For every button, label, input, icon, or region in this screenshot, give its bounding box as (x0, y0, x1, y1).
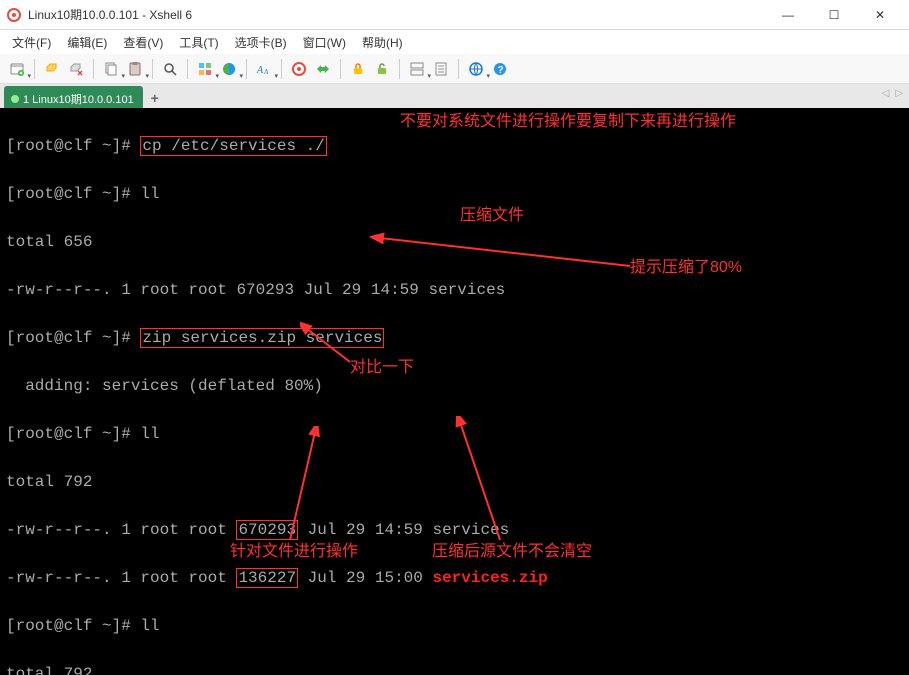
annotation-deflated: 提示压缩了80% (630, 256, 742, 280)
separator (152, 59, 153, 79)
svg-text:A: A (263, 68, 269, 76)
find-button[interactable] (159, 58, 181, 80)
window-title: Linux10期10.0.0.101 - Xshell 6 (28, 6, 765, 23)
menu-tabs[interactable]: 选项卡(B) (227, 32, 295, 53)
tabbar: 1 Linux10期10.0.0.101 + ◁ ▷ (0, 84, 909, 108)
terminal-line: -rw-r--r--. 1 root root 670293 Jul 29 14… (6, 518, 903, 542)
xftp-button[interactable] (312, 58, 334, 80)
add-tab-button[interactable]: + (145, 88, 165, 108)
encoding-button[interactable] (465, 58, 487, 80)
terminal-line: [root@clf ~]# ll (6, 614, 903, 638)
terminal[interactable]: [root@clf ~]# cp /etc/services ./ [root@… (0, 108, 909, 675)
terminal-line: adding: services (deflated 80%) (6, 374, 903, 398)
separator (246, 59, 247, 79)
svg-text:A: A (256, 65, 264, 76)
reconnect-button[interactable] (41, 58, 63, 80)
titlebar: Linux10期10.0.0.101 - Xshell 6 — ☐ ✕ (0, 0, 909, 30)
terminal-line: -rw-r--r--. 1 root root 670293 Jul 29 14… (6, 278, 903, 302)
menu-view[interactable]: 查看(V) (115, 32, 171, 53)
menu-edit[interactable]: 编辑(E) (59, 32, 115, 53)
paste-button[interactable] (124, 58, 146, 80)
annotation-copy-first: 不要对系统文件进行操作要复制下来再进行操作 (400, 110, 736, 134)
window-controls: — ☐ ✕ (765, 0, 903, 30)
tab-scroll-right[interactable]: ▷ (895, 88, 903, 99)
close-button[interactable]: ✕ (857, 0, 903, 30)
highlighted-command: cp /etc/services ./ (140, 136, 326, 156)
separator (399, 59, 400, 79)
annotation-operate-on-file: 针对文件进行操作 (230, 540, 358, 564)
separator (281, 59, 282, 79)
font-button[interactable]: AA (253, 58, 275, 80)
terminal-line: -rw-r--r--. 1 root root 136227 Jul 29 15… (6, 566, 903, 590)
lock-button[interactable] (347, 58, 369, 80)
menubar: 文件(F) 编辑(E) 查看(V) 工具(T) 选项卡(B) 窗口(W) 帮助(… (0, 30, 909, 54)
disconnect-button[interactable] (65, 58, 87, 80)
highlighted-size: 670293 (236, 520, 298, 540)
separator (34, 59, 35, 79)
toolbar: AA ? (0, 54, 909, 84)
separator (93, 59, 94, 79)
highlighted-command: zip services.zip services (140, 328, 384, 348)
terminal-line: [root@clf ~]# cp /etc/services ./ (6, 134, 903, 158)
copy-button[interactable] (100, 58, 122, 80)
maximize-button[interactable]: ☐ (811, 0, 857, 30)
minimize-button[interactable]: — (765, 0, 811, 30)
terminal-line: total 792 (6, 470, 903, 494)
color-scheme-button[interactable] (218, 58, 240, 80)
separator (187, 59, 188, 79)
new-session-button[interactable] (6, 58, 28, 80)
properties-button[interactable] (194, 58, 216, 80)
separator (340, 59, 341, 79)
help-button[interactable]: ? (489, 58, 511, 80)
tab-scroll-left[interactable]: ◁ (882, 88, 890, 99)
unlock-button[interactable] (371, 58, 393, 80)
xshell-button[interactable] (288, 58, 310, 80)
svg-text:?: ? (498, 65, 504, 76)
highlighted-size: 136227 (236, 568, 298, 588)
annotation-source-kept: 压缩后源文件不会清空 (432, 540, 592, 564)
terminal-line: total 656 (6, 230, 903, 254)
terminal-line: [root@clf ~]# ll (6, 422, 903, 446)
session-tab[interactable]: 1 Linux10期10.0.0.101 (4, 86, 143, 108)
tab-label: 1 Linux10期10.0.0.101 (23, 91, 134, 107)
terminal-line: total 792 (6, 662, 903, 675)
connected-indicator-icon (11, 95, 19, 103)
tile-button[interactable] (406, 58, 428, 80)
menu-window[interactable]: 窗口(W) (295, 32, 354, 53)
terminal-line: [root@clf ~]# ll (6, 182, 903, 206)
tab-scroll-controls: ◁ ▷ (882, 88, 903, 99)
annotation-compress: 压缩文件 (460, 204, 524, 228)
menu-tools[interactable]: 工具(T) (171, 32, 226, 53)
menu-help[interactable]: 帮助(H) (354, 32, 411, 53)
app-logo-icon (6, 7, 22, 23)
scroll-button[interactable] (430, 58, 452, 80)
menu-file[interactable]: 文件(F) (4, 32, 59, 53)
terminal-line: [root@clf ~]# zip services.zip services (6, 326, 903, 350)
separator (458, 59, 459, 79)
